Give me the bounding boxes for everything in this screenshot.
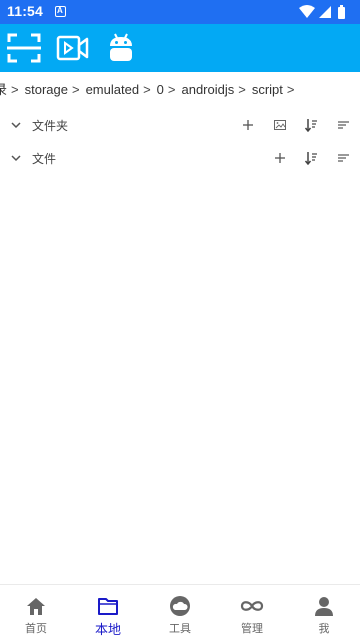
breadcrumb-separator: >: [71, 82, 80, 97]
status-bar: 11:54 A: [0, 0, 360, 24]
breadcrumb-item-0[interactable]: 0: [157, 82, 164, 97]
breadcrumb-separator: >: [286, 82, 295, 97]
add-icon[interactable]: [241, 118, 255, 132]
breadcrumb-item-androidjs[interactable]: androidjs: [181, 82, 234, 97]
breadcrumb-separator: >: [238, 82, 246, 97]
wifi-icon: [299, 5, 315, 18]
nav-label-tools: 工具: [169, 622, 191, 635]
signal-icon: [319, 6, 331, 18]
chevron-down-icon[interactable]: [10, 119, 22, 131]
battery-icon: [338, 5, 345, 19]
status-icons: [298, 4, 352, 20]
infinity-icon: [240, 601, 264, 611]
image-icon[interactable]: [273, 118, 287, 132]
app-notification-icon: A: [55, 6, 66, 17]
nav-item-manage[interactable]: 管理: [216, 585, 288, 642]
scan-icon[interactable]: [7, 32, 41, 64]
nav-item-home[interactable]: 首页: [0, 585, 72, 642]
filter-icon[interactable]: [337, 151, 351, 165]
add-icon[interactable]: [273, 151, 287, 165]
chevron-down-icon[interactable]: [10, 152, 22, 164]
breadcrumb: 录 > storage > emulated >0 > androidjs > script >: [0, 79, 360, 103]
breadcrumb-item-storage[interactable]: storage: [25, 82, 68, 97]
bottom-nav: 首页 本地 工具 管理 我: [0, 584, 360, 642]
toolbar: [0, 24, 360, 72]
status-time: 11:54: [7, 3, 44, 19]
breadcrumb-item-script[interactable]: script: [252, 82, 283, 97]
sort-icon[interactable]: [304, 118, 318, 132]
nav-label-manage: 管理: [241, 622, 263, 635]
filter-icon[interactable]: [337, 118, 351, 132]
nav-item-local[interactable]: 本地: [72, 585, 144, 642]
breadcrumb-separator: >: [11, 82, 19, 97]
sort-icon[interactable]: [304, 151, 318, 165]
files-section-title: 文件: [32, 152, 57, 166]
breadcrumb-separator: >: [167, 82, 176, 97]
cloud-icon: [170, 596, 190, 616]
home-icon: [27, 598, 45, 615]
android-icon[interactable]: [107, 32, 135, 64]
files-section: 文件: [0, 143, 360, 173]
nav-label-local: 本地: [94, 623, 121, 638]
folders-section: 文件夹: [0, 110, 360, 140]
person-icon: [315, 597, 333, 616]
video-icon[interactable]: [56, 32, 90, 64]
nav-item-me[interactable]: 我: [288, 585, 360, 642]
nav-item-tools[interactable]: 工具: [144, 585, 216, 642]
breadcrumb-item-emulated[interactable]: emulated: [86, 82, 139, 97]
breadcrumb-item[interactable]: 录: [0, 79, 7, 98]
breadcrumb-separator: >: [143, 82, 151, 97]
nav-label-me: 我: [318, 622, 330, 635]
folders-section-title: 文件夹: [32, 119, 69, 133]
folder-icon: [98, 598, 118, 615]
nav-label-home: 首页: [25, 622, 47, 635]
